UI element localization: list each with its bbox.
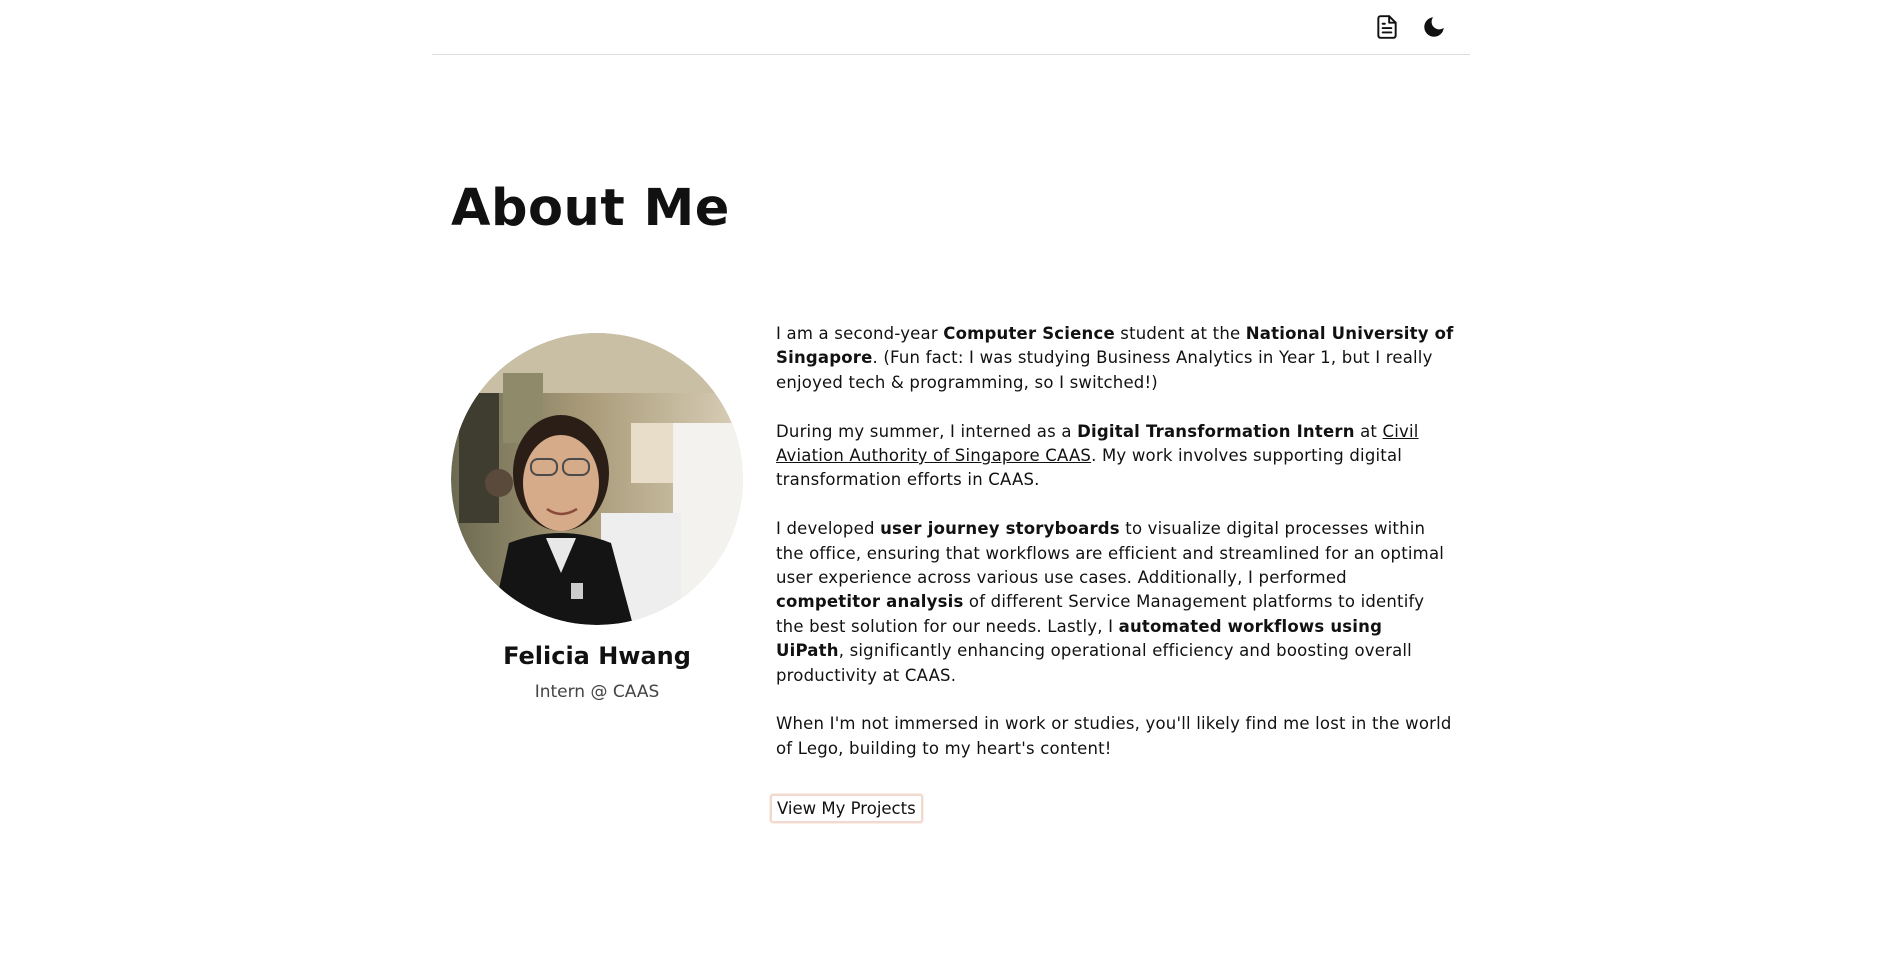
bio-highlight: competitor analysis	[776, 592, 964, 612]
bio-text: I am a second-year	[776, 324, 944, 343]
bio-text: During my summer, I interned as a	[776, 421, 1078, 441]
bio-text: I developed	[776, 519, 881, 539]
bio-paragraph-2: During my summer, I interned as a Digita…	[776, 420, 1456, 493]
moon-icon	[1424, 17, 1444, 37]
bio-highlight: Digital Transformation Intern	[1077, 421, 1355, 441]
bio-paragraph-3: I developed user journey storyboards to …	[776, 517, 1456, 688]
profile-name: Felicia Hwang	[503, 642, 691, 670]
bio-paragraph-1: I am a second-year Computer Science stud…	[776, 322, 1456, 395]
bio-text: at	[1354, 421, 1383, 441]
bio-highlight: Computer Science	[943, 324, 1115, 343]
document-icon	[1377, 15, 1397, 39]
theme-toggle-button[interactable]	[1419, 12, 1449, 42]
page-container: About Me Felicia Hwang Intern @ CAAS I a…	[432, 0, 1470, 823]
resume-button[interactable]	[1372, 12, 1402, 42]
bio-highlight: user journey storyboards	[880, 519, 1120, 539]
avatar	[451, 333, 743, 625]
page-title: About Me	[451, 179, 730, 238]
view-projects-button[interactable]: View My Projects	[770, 793, 923, 823]
top-navbar	[432, 0, 1470, 55]
bio-paragraph-4: When I'm not immersed in work or studies…	[776, 714, 1452, 758]
bio-section: I am a second-year Computer Science stud…	[770, 322, 1456, 823]
bio-text: , significantly enhancing operational ef…	[776, 641, 1412, 685]
bio-text: . (Fun fact: I was studying Business Ana…	[776, 348, 1433, 392]
profile-role: Intern @ CAAS	[534, 682, 660, 703]
bio-text: student at the	[1114, 324, 1246, 343]
profile-card: Felicia Hwang Intern @ CAAS	[451, 333, 743, 702]
